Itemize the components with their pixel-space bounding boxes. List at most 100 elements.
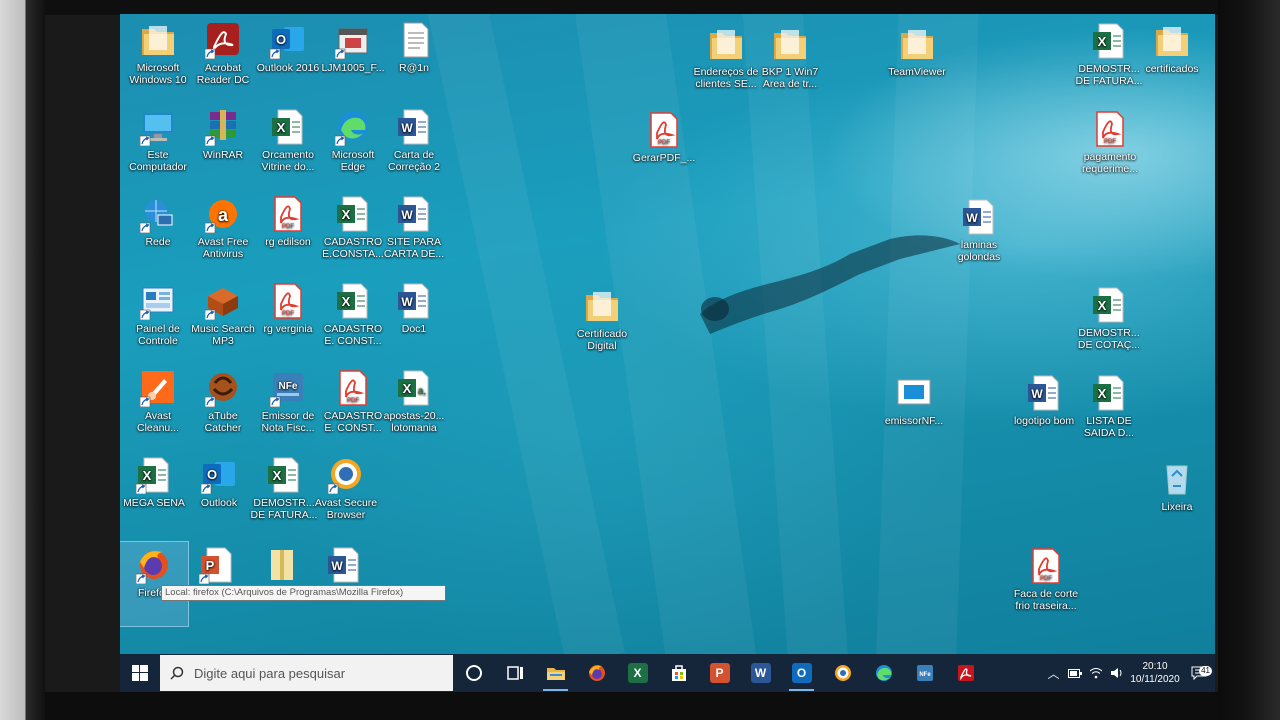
taskbar-app-nfe[interactable]: NFe xyxy=(904,654,945,692)
taskbar-app-file-explorer[interactable] xyxy=(535,654,576,692)
desktop-icon[interactable]: PMAQUIN... xyxy=(183,542,251,626)
desktop-icon[interactable]: LJM1005_F... xyxy=(319,17,387,101)
folder-icon xyxy=(1154,22,1190,60)
desktop-icon[interactable]: X CADASTRO E.CONSTA... xyxy=(319,191,387,275)
desktop-icon[interactable]: Avast Cleanu... xyxy=(124,365,192,449)
taskbar-app-outlook[interactable]: O xyxy=(781,654,822,692)
desktop-icon[interactable]: Lixeira xyxy=(1143,456,1211,540)
desktop-icon[interactable]: O Outlook 2016 xyxy=(254,17,322,101)
action-center-button[interactable]: 41 xyxy=(1183,666,1215,680)
powerpoint-file-icon: P xyxy=(199,546,235,584)
desktop-icon[interactable]: X LISTA DE SAIDA D... xyxy=(1075,370,1143,454)
desktop-icon[interactable]: X CADASTRO E. CONST... xyxy=(319,278,387,362)
acrobat-icon xyxy=(205,21,241,59)
desktop-icon-label: Outlook xyxy=(200,497,238,509)
desktop-icon[interactable]: Microsoft Edge xyxy=(319,104,387,188)
taskbar-app-edge[interactable] xyxy=(863,654,904,692)
taskbar-app-firefox[interactable] xyxy=(576,654,617,692)
monitor-bezel-right xyxy=(1218,0,1280,720)
desktop-icon[interactable]: X DEMOSTR... DE COTAÇ... xyxy=(1075,282,1143,366)
desktop-icon-label: Avast Cleanu... xyxy=(136,410,180,434)
desktop-icon-label: DEMOSTR... DE FATURA... xyxy=(250,497,318,521)
desktop-screen: Microsoft Windows 10 Acrobat Reader DC O Ou… xyxy=(120,14,1215,692)
start-button[interactable] xyxy=(120,654,160,692)
desktop-icon[interactable]: Microsoft Windows 10 xyxy=(124,17,192,101)
taskbar-app-avast-browser[interactable] xyxy=(822,654,863,692)
word-file-icon: W xyxy=(961,198,997,236)
desktop-icon[interactable]: WinRAR xyxy=(189,104,257,188)
desktop-icon[interactable]: Music Search MP3 xyxy=(189,278,257,362)
desktop-icon[interactable]: Certificado Digital xyxy=(568,283,636,367)
desktop-icon[interactable]: WCorreção1 xyxy=(310,542,378,626)
cortana-circle-icon xyxy=(465,665,482,681)
show-hidden-icons-chevron-icon[interactable]: ︿ xyxy=(1043,665,1064,682)
desktop-icon-label: SITE PARA CARTA DE... xyxy=(383,236,445,260)
desktop-icon[interactable]: Endereços de clientes SE... xyxy=(692,21,760,105)
desktop-icon[interactable]: Avast Secure Browser xyxy=(312,452,380,536)
desktop-icon[interactable]: emissorNF... xyxy=(880,370,948,454)
taskbar-app-store[interactable] xyxy=(658,654,699,692)
desktop-icon[interactable]: Este Computador xyxy=(124,104,192,188)
desktop-icon[interactable]: Wlogotipo bom xyxy=(1010,370,1078,454)
desktop-icon[interactable]: aTube Catcher xyxy=(189,365,257,449)
desktop-icon[interactable]: O Outlook xyxy=(185,452,253,536)
pdf-file-icon: PDF xyxy=(1028,547,1064,585)
desktop-icon[interactable]: X DEMOSTR... DE FATURA... xyxy=(250,452,318,536)
svg-text:a,: a, xyxy=(418,386,426,397)
desktop-icon-label: CADASTRO E. CONST... xyxy=(323,323,383,347)
taskbar-pinned-apps: X P W O NFe xyxy=(453,654,986,692)
desktop-icon[interactable]: X DEMOSTR... DE FATURA... xyxy=(1075,18,1143,102)
desktop-icon[interactable]: X Orcamento Vitrine do... xyxy=(254,104,322,188)
taskbar-app-excel[interactable]: X xyxy=(617,654,658,692)
desktop-icon[interactable]: W Doc1 xyxy=(380,278,448,362)
desktop-icon[interactable]: Acrobat Reader DC xyxy=(189,17,257,101)
battery-icon[interactable] xyxy=(1064,668,1085,678)
desktop-icon[interactable]: NFe Emissor de Nota Fisc... xyxy=(254,365,322,449)
desktop-icon[interactable]: Wlaminas golondas xyxy=(945,194,1013,278)
desktop-icon[interactable]: W SITE PARA CARTA DE... xyxy=(380,191,448,275)
excel-file-icon: X xyxy=(335,195,371,233)
taskbar-app-task-view[interactable] xyxy=(494,654,535,692)
desktop-icon[interactable]: Painel de Controle xyxy=(124,278,192,362)
desktop-icon-label: DEMOSTR... DE FATURA... xyxy=(1075,63,1143,87)
desktop-icon[interactable]: a Avast Free Antivirus xyxy=(189,191,257,275)
desktop-icon[interactable]: PDF GerarPDF_... xyxy=(630,107,698,191)
store-icon xyxy=(671,665,686,681)
svg-text:W: W xyxy=(1031,387,1043,401)
desktop-icon-label: logotipo bom xyxy=(1013,415,1075,427)
wifi-icon[interactable] xyxy=(1085,667,1106,679)
desktop-icon[interactable]: X MEGA SENA xyxy=(120,452,188,536)
desktop-icon-label: Acrobat Reader DC xyxy=(196,62,250,86)
acrobat-icon xyxy=(957,665,974,681)
taskbar-search-box[interactable]: Digite aqui para pesquisar xyxy=(160,655,453,691)
taskbar-app-word[interactable]: W xyxy=(740,654,781,692)
desktop-icon[interactable]: PDF Faca de corte frio traseira... xyxy=(1012,543,1080,627)
taskbar-app-acrobat[interactable] xyxy=(945,654,986,692)
taskbar-app-powerpoint[interactable]: P xyxy=(699,654,740,692)
desktop-icon[interactable]: Xa, apostas-20... lotomania xyxy=(380,365,448,449)
svg-text:W: W xyxy=(331,559,343,573)
pdf-file-icon: PDF xyxy=(270,282,306,320)
desktop-icon[interactable]: Trabalho xyxy=(247,542,315,626)
desktop-icon[interactable]: BKP 1 Win7 Area de tr... xyxy=(756,21,824,105)
desktop-icon[interactable]: Firefox xyxy=(120,541,189,627)
edge-icon xyxy=(335,108,371,146)
desktop-icon[interactable]: PDF CADASTRO E. CONST... xyxy=(319,365,387,449)
taskbar-clock[interactable]: 20:10 10/11/2020 xyxy=(1127,660,1183,686)
desktop-icon[interactable]: PDF rg verginia xyxy=(254,278,322,362)
volume-icon[interactable] xyxy=(1106,667,1127,679)
desktop-icon[interactable]: certificados xyxy=(1138,18,1206,102)
taskbar-app-cortana[interactable] xyxy=(453,654,494,692)
desktop-icon[interactable]: PDF pagamento requerime... xyxy=(1076,106,1144,190)
firefox-location-tooltip: Local: firefox (C:\Arquivos de Programas… xyxy=(161,585,446,601)
svg-text:PDF: PDF xyxy=(282,224,294,230)
desktop-icon-label: aTube Catcher xyxy=(204,410,242,434)
monitor-bezel-left xyxy=(0,0,45,720)
desktop-icon[interactable]: PDF rg edilson xyxy=(254,191,322,275)
desktop-icon[interactable]: TeamViewer xyxy=(883,21,951,105)
desktop-icon[interactable]: W Carta de Correção 2 xyxy=(380,104,448,188)
svg-text:O: O xyxy=(276,32,286,47)
desktop-icon[interactable]: R@1n xyxy=(380,17,448,101)
desktop-icon[interactable]: Rede xyxy=(124,191,192,275)
svg-text:X: X xyxy=(277,120,286,135)
